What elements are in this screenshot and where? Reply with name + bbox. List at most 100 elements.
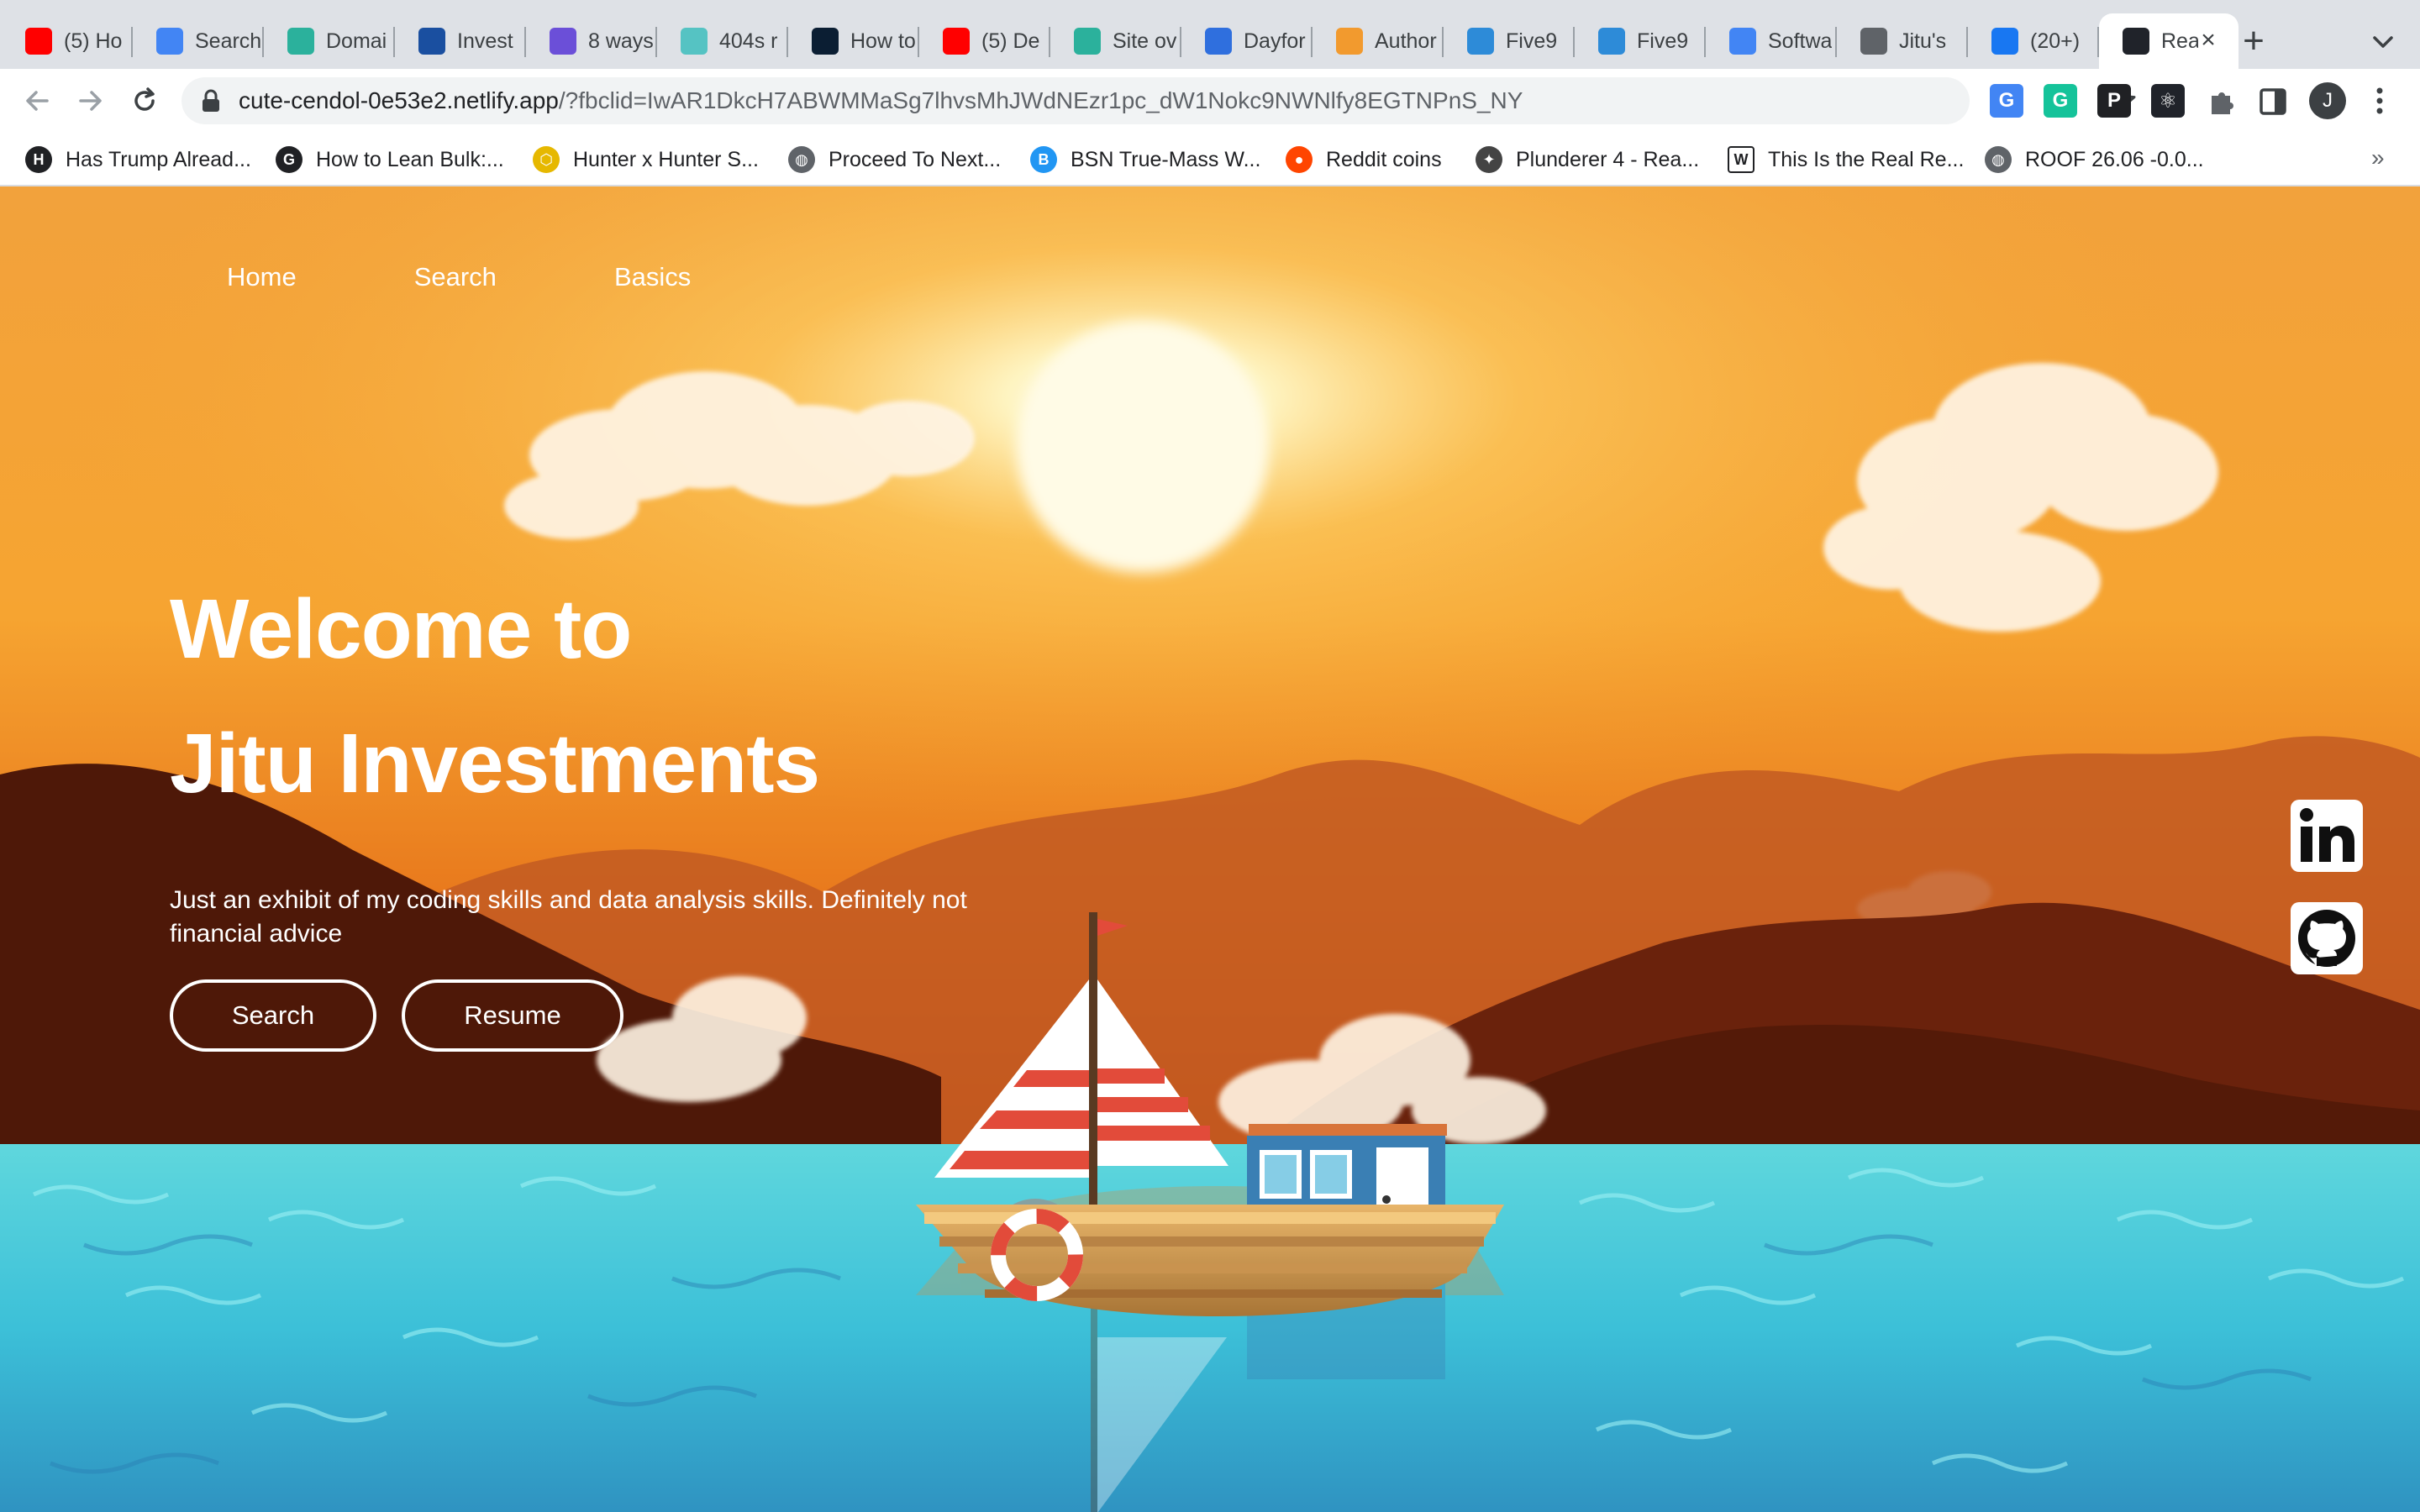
github-icon[interactable]	[2289, 900, 2365, 976]
browser-tab[interactable]: How to	[788, 13, 919, 69]
browser-tab[interactable]: (5) De	[919, 13, 1050, 69]
bookmark-item[interactable]: G How to Lean Bulk:...	[276, 144, 504, 175]
five9-icon	[1467, 28, 1494, 55]
g-logo-icon: G	[276, 146, 302, 173]
p-extension-icon[interactable]: P	[2097, 84, 2131, 118]
browser-tab[interactable]: Search	[133, 13, 264, 69]
bookmark-label: Proceed To Next...	[829, 147, 1002, 171]
word-doc-icon: W	[1728, 146, 1754, 173]
browser-tab[interactable]: Dayfor	[1181, 13, 1313, 69]
close-tab-icon[interactable]: ×	[2193, 25, 2223, 55]
back-button[interactable]	[15, 79, 59, 123]
bookmark-item[interactable]: ● Reddit coins	[1286, 144, 1442, 175]
browser-tab[interactable]: Five9	[1575, 13, 1706, 69]
hero-search-button[interactable]: Search	[170, 979, 376, 1052]
browser-tab[interactable]: Softwa	[1706, 13, 1837, 69]
bookmark-item[interactable]: ◍ ROOF 26.06 -0.0...	[1985, 144, 2204, 175]
rocket-icon	[550, 28, 576, 55]
tab-title: Softwa	[1768, 29, 1833, 53]
browser-chrome: (5) Ho Search Domai Invest 8 ways 404s r How t…	[0, 0, 2420, 186]
browser-tab[interactable]: 8 ways	[526, 13, 657, 69]
browser-tab[interactable]: (5) Ho	[2, 13, 133, 69]
sunset-boat-background	[0, 186, 2420, 1512]
reload-button[interactable]	[123, 79, 166, 123]
globe-icon: ◍	[1985, 146, 2012, 173]
side-panel-icon[interactable]	[2257, 86, 2289, 118]
url-query: /?fbclid=IwAR1DkcH7ABWMMaSg7lhvsMhJWdNEz…	[558, 87, 1523, 113]
new-tab-button[interactable]: +	[2235, 20, 2272, 62]
hero-subtitle: Just an exhibit of my coding skills and …	[170, 886, 967, 948]
browser-tab[interactable]: Domai	[264, 13, 395, 69]
tab-title: 8 ways	[588, 29, 654, 53]
bookmark-label: Reddit coins	[1326, 147, 1442, 171]
bookmark-item[interactable]: B BSN True-Mass W...	[1030, 144, 1260, 175]
forward-button[interactable]	[69, 79, 113, 123]
bookmarks-overflow-button[interactable]: »	[2371, 144, 2385, 171]
globe-icon: ◍	[788, 146, 815, 173]
hero-resume-button[interactable]: Resume	[402, 979, 623, 1052]
tab-title: Search	[195, 29, 262, 53]
bookmark-label: Has Trump Alread...	[66, 147, 251, 171]
lock-icon[interactable]	[200, 89, 222, 113]
reload-icon	[134, 87, 155, 111]
extensions-puzzle-icon[interactable]	[2207, 86, 2238, 118]
browser-tab[interactable]: (20+)	[1968, 13, 2099, 69]
tab-title: (20+)	[2030, 29, 2081, 53]
browser-menu-icon[interactable]	[2370, 84, 2390, 118]
bookmark-item[interactable]: H Has Trump Alread...	[25, 144, 251, 175]
bookmark-label: ROOF 26.06 -0.0...	[2025, 147, 2204, 171]
facebook-icon	[1991, 28, 2018, 55]
hexagon-logo-icon: ⬡	[533, 146, 560, 173]
hero-title-line-2: Jitu Investments	[170, 717, 820, 811]
nav-home-link[interactable]: Home	[227, 262, 297, 292]
tab-title: 404s r	[719, 29, 778, 53]
linkedin-icon[interactable]	[2289, 798, 2365, 874]
reddit-icon: ●	[1286, 146, 1313, 173]
flag-icon	[156, 28, 183, 55]
tab-title: How to	[850, 29, 916, 53]
browser-tab[interactable]: Author	[1313, 13, 1444, 69]
bookmark-item[interactable]: ⬡ Hunter x Hunter S...	[533, 144, 759, 175]
react-icon	[2123, 28, 2149, 55]
h-logo-icon: H	[25, 146, 52, 173]
tab-title: Five9	[1506, 29, 1558, 53]
bookmark-label: Plunderer 4 - Rea...	[1516, 147, 1700, 171]
tab-title: Five9	[1637, 29, 1689, 53]
bookmark-item[interactable]: ✦ Plunderer 4 - Rea...	[1476, 144, 1699, 175]
bookmark-item[interactable]: W This Is the Real Re...	[1728, 144, 1964, 175]
profile-avatar[interactable]: J	[2309, 82, 2346, 119]
nav-search-link[interactable]: Search	[414, 262, 497, 292]
bookmark-label: Hunter x Hunter S...	[573, 147, 759, 171]
react-devtools-extension-icon[interactable]: ⚛	[2151, 84, 2185, 118]
globe-icon	[1860, 28, 1887, 55]
url-text[interactable]: cute-cendol-0e53e2.netlify.app/?fbclid=I…	[239, 87, 1523, 114]
bookmarks-bar: » H Has Trump Alread... G How to Lean Bulk:…	[0, 133, 2420, 186]
tab-title: Dayfor	[1244, 29, 1306, 53]
triangle-logo-icon	[812, 28, 839, 55]
youtube-icon	[25, 28, 52, 55]
anime-logo-icon: ✦	[1476, 146, 1502, 173]
address-bar[interactable]: cute-cendol-0e53e2.netlify.app/?fbclid=I…	[182, 77, 2136, 124]
browser-tab[interactable]: Five9	[1444, 13, 1575, 69]
five9-icon	[1598, 28, 1625, 55]
browser-toolbar: cute-cendol-0e53e2.netlify.app/?fbclid=I…	[0, 69, 2420, 133]
browser-tab[interactable]: 404s r	[657, 13, 788, 69]
docs-icon	[1729, 28, 1756, 55]
browser-tab[interactable]: Jitu's	[1837, 13, 1968, 69]
bsn-logo-icon: B	[1030, 146, 1057, 173]
page-viewport: Home Search Basics Welcome to Jitu Inves…	[0, 186, 2420, 1512]
tab-title: Invest	[457, 29, 513, 53]
dayforce-icon	[1205, 28, 1232, 55]
tab-search-icon[interactable]	[2366, 25, 2400, 59]
tab-title: (5) De	[981, 29, 1040, 53]
browser-tab[interactable]: Rea ×	[2099, 13, 2238, 69]
bookmark-item[interactable]: ◍ Proceed To Next...	[788, 144, 1001, 175]
site-nav: Home Search Basics	[227, 262, 808, 292]
browser-tab[interactable]: Invest	[395, 13, 526, 69]
hero-title-line-1: Welcome to	[170, 582, 632, 676]
nav-basics-link[interactable]: Basics	[614, 262, 691, 292]
grammarly-extension-icon[interactable]: G	[2044, 84, 2077, 118]
translate-extension-icon[interactable]: G	[1990, 84, 2023, 118]
browser-tab[interactable]: Site ov	[1050, 13, 1181, 69]
tab-title: Domai	[326, 29, 387, 53]
